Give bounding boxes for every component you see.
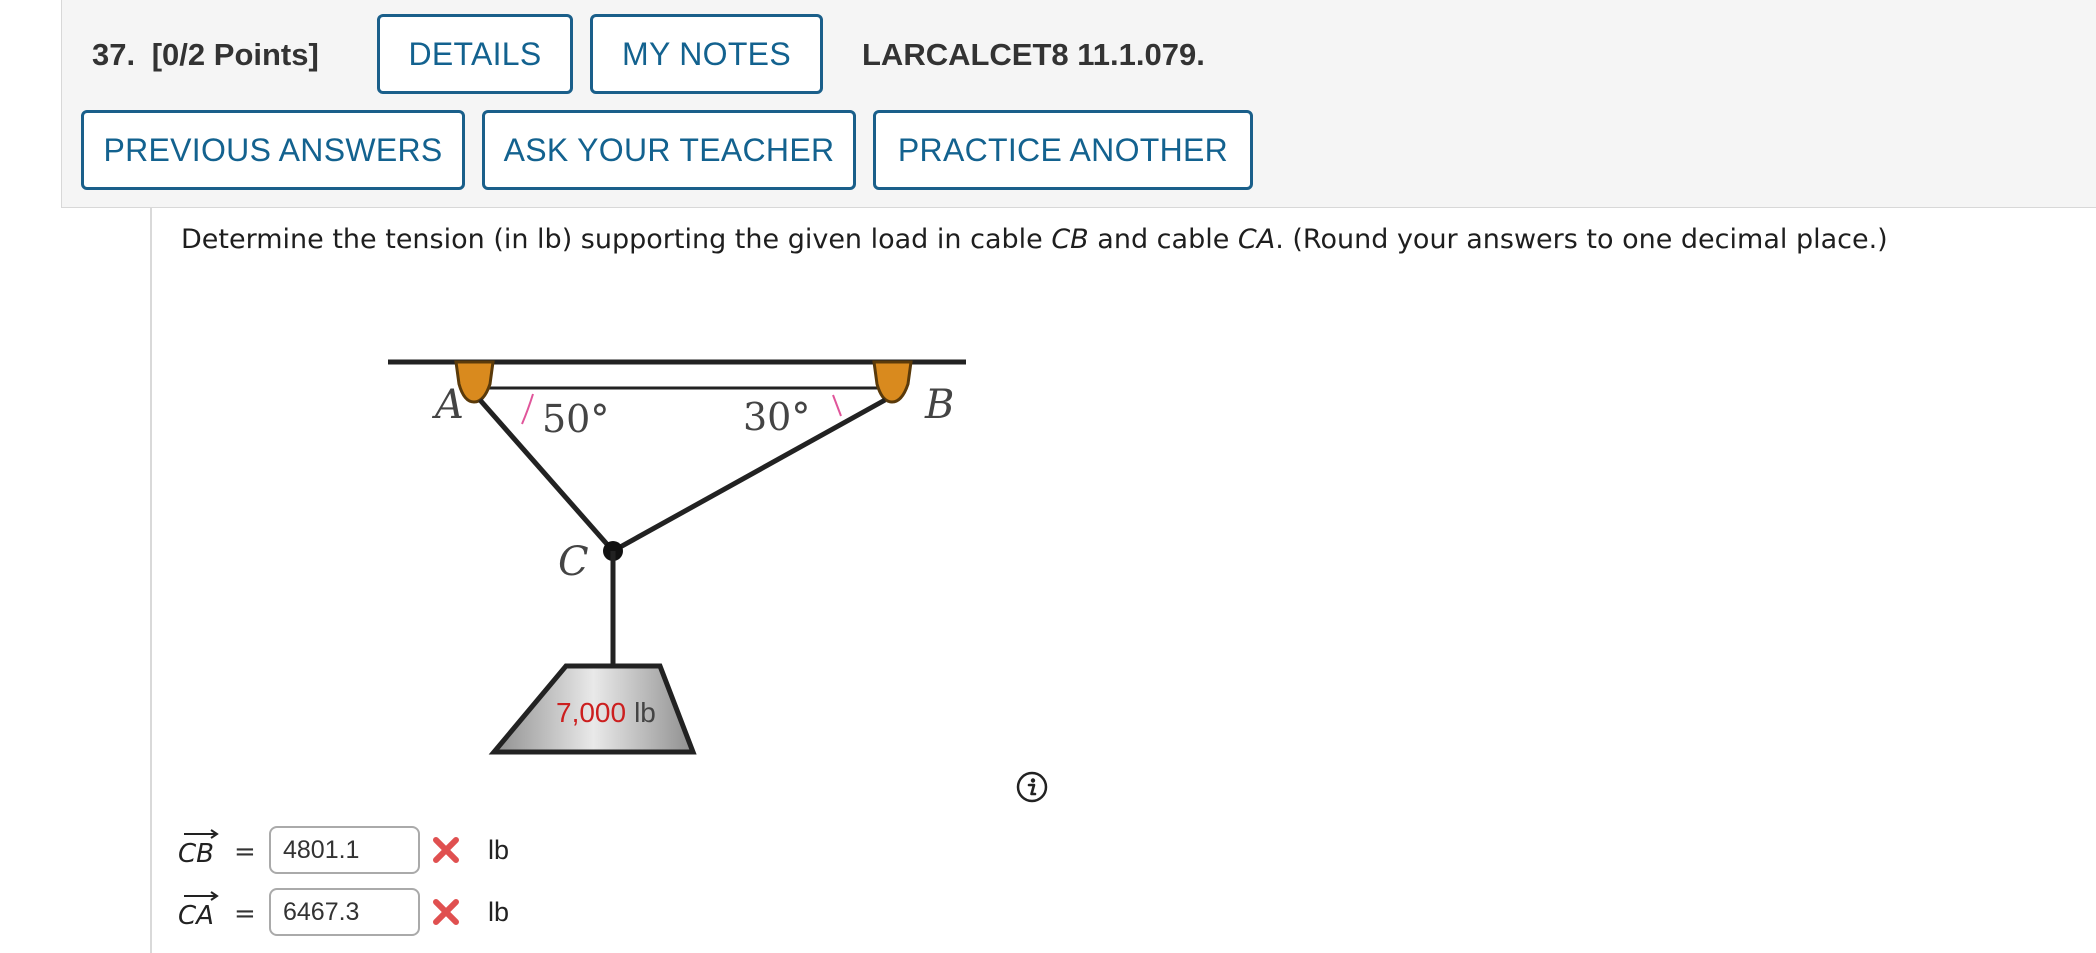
ca-unit: lb xyxy=(488,897,510,927)
vector-arrow-icon xyxy=(184,891,219,901)
load-label: 7,000 lb xyxy=(556,697,656,728)
label-a: A xyxy=(431,382,464,428)
question-prompt-part1: Determine the tension (in lb) supporting… xyxy=(181,224,1052,255)
cb-unit: lb xyxy=(488,835,510,865)
vector-ca-name: CA xyxy=(178,901,214,931)
load-value: 7,000 xyxy=(556,697,626,728)
angle-arc-a xyxy=(521,393,534,425)
x-mark-icon xyxy=(433,899,459,925)
previous-answers-button[interactable]: PREVIOUS ANSWERS xyxy=(81,110,465,190)
x-mark-icon xyxy=(433,837,459,863)
angle-b-label: 30° xyxy=(743,395,810,439)
equals-sign: = xyxy=(234,899,256,929)
content-divider xyxy=(150,208,152,953)
my-notes-button[interactable]: MY NOTES xyxy=(590,14,823,94)
vector-arrow-icon xyxy=(184,829,219,839)
support-b xyxy=(872,360,913,404)
tension-diagram: A B C 50° 30° 7,000 lb xyxy=(388,359,966,755)
label-b: B xyxy=(924,382,954,428)
equals-sign: = xyxy=(234,837,256,867)
question-text: Determine the tension (in lb) supporting… xyxy=(181,222,1888,258)
question-code: LARCALCET8 11.1.079. xyxy=(862,37,1205,72)
vector-ca-label: CA xyxy=(178,888,224,936)
details-button[interactable]: DETAILS xyxy=(377,14,573,94)
ca-answer-input[interactable]: 6467.3 xyxy=(269,888,420,936)
label-c: C xyxy=(558,539,589,585)
question-points: [0/2 Points] xyxy=(151,37,319,72)
cable-cb-label: CB xyxy=(1051,224,1089,255)
cb-answer-input[interactable]: 4801.1 xyxy=(269,826,420,874)
practice-another-button[interactable]: PRACTICE ANOTHER xyxy=(873,110,1253,190)
vector-cb-label: CB xyxy=(178,826,224,874)
cable-ca-label: CA xyxy=(1237,224,1276,255)
question-prompt-part3: . (Round your answers to one decimal pla… xyxy=(1275,224,1888,255)
question-label: 37. [0/2 Points] xyxy=(92,35,319,75)
info-icon[interactable] xyxy=(1016,771,1048,803)
question-prompt-part2: and cable xyxy=(1088,224,1238,255)
angle-a-label: 50° xyxy=(542,397,609,441)
vector-cb-name: CB xyxy=(178,839,214,869)
angle-arc-b xyxy=(832,394,842,417)
ask-your-teacher-button[interactable]: ASK YOUR TEACHER xyxy=(482,110,856,190)
question-number: 37. xyxy=(92,37,136,72)
load-unit: lb xyxy=(634,697,656,728)
